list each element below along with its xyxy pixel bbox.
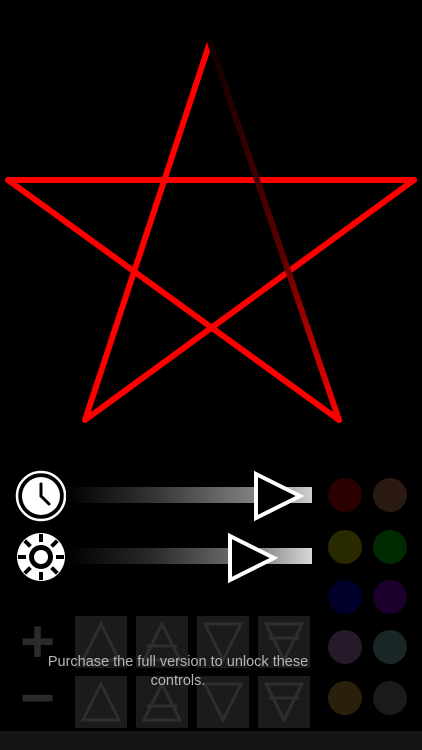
purchase-message[interactable]: Purchase the full version to unlock thes… bbox=[40, 653, 316, 691]
speed-slider-thumb[interactable] bbox=[252, 470, 306, 522]
color-swatch[interactable] bbox=[373, 630, 407, 664]
bottom-bar bbox=[0, 731, 422, 750]
color-swatch[interactable] bbox=[328, 630, 362, 664]
clock-icon[interactable] bbox=[15, 470, 67, 522]
color-swatch[interactable] bbox=[373, 478, 407, 512]
pentagram-lines bbox=[5, 39, 417, 423]
star-edge-4 bbox=[5, 177, 342, 423]
star-edge-3 bbox=[82, 177, 417, 423]
color-swatch[interactable] bbox=[328, 580, 362, 614]
color-swatch[interactable] bbox=[328, 530, 362, 564]
color-swatch[interactable] bbox=[373, 530, 407, 564]
brightness-slider-thumb[interactable] bbox=[226, 532, 280, 584]
pentagram-canvas[interactable] bbox=[0, 0, 422, 440]
color-swatch[interactable] bbox=[373, 681, 407, 715]
sun-icon[interactable] bbox=[15, 531, 67, 583]
color-swatch[interactable] bbox=[328, 681, 362, 715]
color-swatch[interactable] bbox=[328, 478, 362, 512]
color-swatch[interactable] bbox=[373, 580, 407, 614]
star-edge-5 bbox=[207, 39, 342, 423]
star-edge-1 bbox=[82, 39, 213, 423]
